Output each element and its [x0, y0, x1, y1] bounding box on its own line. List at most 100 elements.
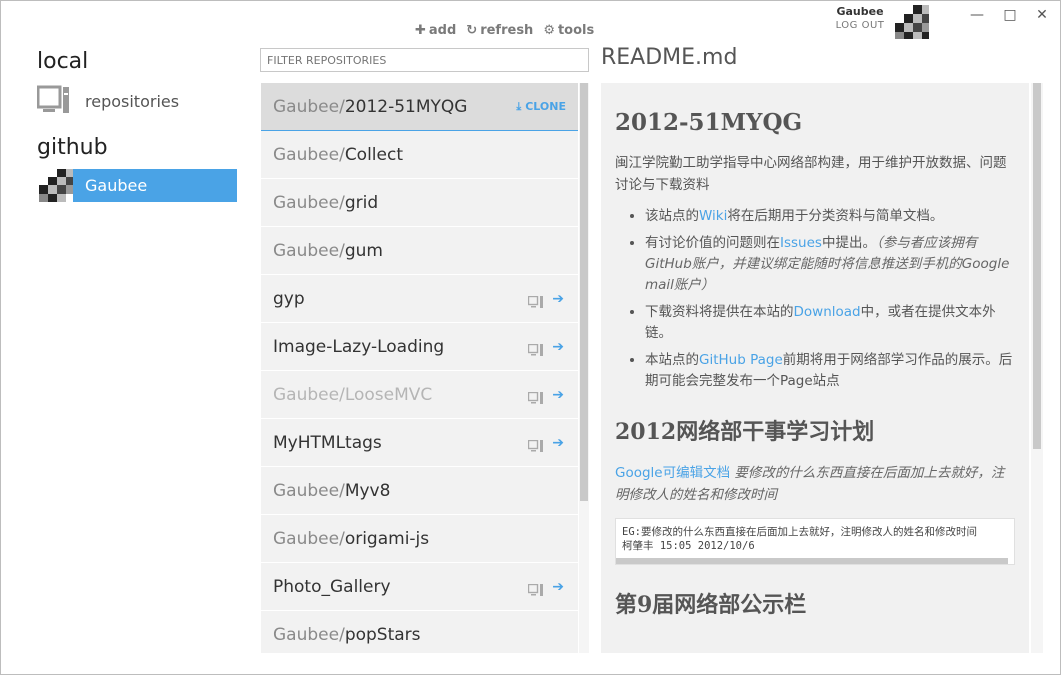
repository-list-scrollbar[interactable]	[579, 83, 589, 653]
repository-name: Myv8	[344, 480, 391, 501]
close-button[interactable]: ✕	[1032, 7, 1052, 23]
local-monitor-icon	[528, 293, 544, 308]
clone-button[interactable]: ⤓ CLONE	[516, 100, 566, 114]
repository-actions: ➔	[528, 387, 564, 404]
repository-name: LooseMVC	[344, 384, 433, 405]
add-button[interactable]: ✚ add	[415, 23, 456, 38]
repository-actions: ➔	[528, 579, 564, 596]
repository-owner: Gaubee/	[273, 528, 345, 549]
filter-repositories-input[interactable]	[260, 48, 589, 72]
bullet-text: 本站点的	[645, 352, 699, 368]
download-icon: ⤓	[516, 99, 522, 113]
logout-link[interactable]: LOG OUT	[833, 20, 887, 31]
repository-row[interactable]: Gaubee/LooseMVC ➔	[261, 371, 578, 419]
minimize-button[interactable]: —	[967, 7, 987, 23]
bullet-text: 该站点的	[645, 208, 699, 224]
repository-name: Image-Lazy-Loading	[273, 336, 445, 357]
bullet-link[interactable]: Download	[794, 304, 861, 320]
readme-plan-paragraph: Google可编辑文档 要修改的什么东西直接在后面加上去就好，注明修改人的姓名和…	[615, 462, 1015, 506]
repository-owner: Gaubee/	[273, 192, 345, 213]
repository-row[interactable]: Gaubee/popStars	[261, 611, 578, 653]
repository-row[interactable]: gyp ➔	[261, 275, 578, 323]
refresh-button[interactable]: ↻ refresh	[466, 23, 533, 38]
repository-name: MyHTMLtags	[273, 432, 382, 453]
repository-row[interactable]: Gaubee/origami-js	[261, 515, 578, 563]
user-info: Gaubee LOG OUT	[833, 5, 887, 31]
repository-name: 2012-51MYQG	[344, 96, 468, 117]
plus-icon: ✚	[415, 23, 426, 38]
repository-owner: Gaubee/	[273, 384, 345, 405]
repository-owner: Gaubee/	[273, 480, 345, 501]
bullet-text: 将在后期用于分类资料与简单文档。	[727, 208, 944, 224]
repository-name: grid	[344, 192, 379, 213]
tools-label: tools	[557, 23, 595, 38]
readme-scrollbar[interactable]	[1031, 83, 1043, 653]
repository-name: popStars	[344, 624, 421, 645]
code-line: 柯肇丰 15:05 2012/10/6	[622, 540, 755, 552]
repository-owner: Gaubee/	[273, 144, 345, 165]
repository-row[interactable]: Photo_Gallery ➔	[261, 563, 578, 611]
open-arrow-icon[interactable]: ➔	[552, 435, 564, 451]
repository-actions: ➔	[528, 435, 564, 452]
readme-title: README.md	[601, 45, 738, 70]
bullet-link[interactable]: Wiki	[699, 208, 727, 224]
code-block: EG:要修改的什么东西直接在后面加上去就好，注明修改人的姓名和修改时间 柯肇丰 …	[615, 518, 1015, 565]
repository-name: Photo_Gallery	[273, 576, 391, 597]
open-arrow-icon[interactable]: ➔	[552, 387, 564, 403]
plan-doc-link[interactable]: Google可编辑文档	[615, 465, 730, 481]
app-window: ✚ add ↻ refresh ⚙ tools Gaubee LOG OUT —…	[0, 0, 1061, 675]
scrollbar-thumb[interactable]	[580, 83, 588, 501]
gear-icon: ⚙	[543, 23, 555, 38]
repository-name: gum	[344, 240, 383, 261]
local-monitor-icon	[528, 389, 544, 404]
open-arrow-icon[interactable]: ➔	[552, 579, 564, 595]
code-scrollbar[interactable]	[616, 558, 1008, 564]
tools-button[interactable]: ⚙ tools	[543, 23, 594, 38]
repository-actions: ➔	[528, 339, 564, 356]
github-user-item[interactable]: Gaubee	[39, 169, 237, 202]
github-avatar	[39, 169, 73, 202]
repository-row[interactable]: Gaubee/Myv8	[261, 467, 578, 515]
repository-row[interactable]: MyHTMLtags ➔	[261, 419, 578, 467]
repository-name: Collect	[344, 144, 404, 165]
repository-row[interactable]: Gaubee/Collect	[261, 131, 578, 179]
repository-name: gyp	[273, 288, 305, 309]
bullet-text: 有讨论价值的问题则在	[645, 235, 780, 251]
repository-name: origami-js	[344, 528, 430, 549]
bullet-text: 中提出。	[821, 235, 876, 251]
readme-panel: 2012-51MYQG 闽江学院勤工助学指导中心网络部构建，用于维护开放数据、问…	[601, 83, 1029, 653]
repository-actions: ➔	[528, 291, 564, 308]
toolbar: ✚ add ↻ refresh ⚙ tools	[415, 23, 594, 38]
maximize-button[interactable]: □	[1000, 7, 1020, 23]
open-arrow-icon[interactable]: ➔	[552, 291, 564, 307]
local-monitor-icon	[528, 581, 544, 596]
repository-row[interactable]: Gaubee/gum	[261, 227, 578, 275]
bullet-link[interactable]: Issues	[780, 235, 822, 251]
user-name: Gaubee	[836, 5, 884, 18]
refresh-label: refresh	[480, 23, 534, 38]
local-monitor-icon	[528, 341, 544, 356]
user-avatar[interactable]	[895, 5, 929, 39]
readme-intro: 闽江学院勤工助学指导中心网络部构建，用于维护开放数据、问题讨论与下载资料	[615, 155, 1007, 193]
monitor-icon	[36, 85, 71, 117]
repository-row[interactable]: Gaubee/grid	[261, 179, 578, 227]
readme-bullet: 下载资料将提供在本站的Download中，或者在提供文本外链。	[645, 302, 1015, 344]
readme-heading: 2012-51MYQG	[615, 109, 803, 136]
repository-row[interactable]: Image-Lazy-Loading ➔	[261, 323, 578, 371]
refresh-icon: ↻	[466, 23, 478, 38]
repository-owner: Gaubee/	[273, 240, 345, 261]
local-repositories-item[interactable]: repositories	[36, 85, 179, 117]
readme-bullet: 本站点的GitHub Page前期将用于网络部学习作品的展示。后期可能会完整发布…	[645, 350, 1015, 392]
bullet-link[interactable]: GitHub Page	[699, 352, 783, 368]
repository-owner: Gaubee/	[273, 624, 345, 645]
open-arrow-icon[interactable]: ➔	[552, 339, 564, 355]
local-heading: local	[37, 49, 89, 74]
readme-subheading-plan: 2012网络部干事学习计划	[615, 419, 875, 445]
clone-label: CLONE	[525, 100, 566, 113]
add-label: add	[428, 23, 457, 38]
repository-row[interactable]: Gaubee/2012-51MYQG ⤓ CLONE	[261, 83, 578, 131]
repository-list: Gaubee/2012-51MYQG ⤓ CLONE Gaubee/Collect Ga…	[261, 83, 578, 653]
bullet-text: 下载资料将提供在本站的	[645, 304, 794, 320]
repository-owner: Gaubee/	[273, 96, 345, 117]
scrollbar-thumb[interactable]	[1033, 83, 1041, 449]
